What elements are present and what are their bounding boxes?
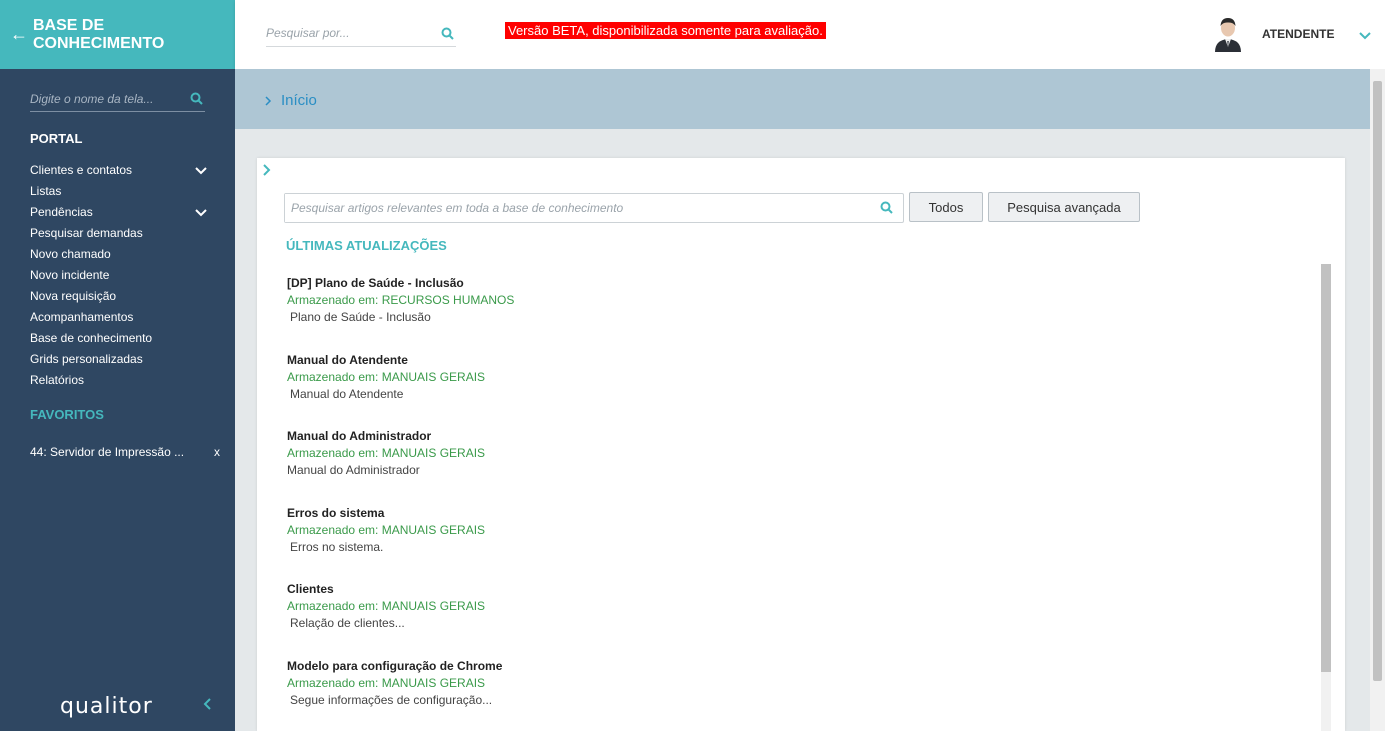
sidebar-item-label: Novo chamado — [30, 247, 111, 261]
article-title[interactable]: Modelo para configuração de Chrome — [287, 658, 1307, 675]
list-item[interactable]: Clientes Armazenado em: MANUAIS GERAIS R… — [287, 581, 1307, 658]
page-scrollbar-thumb[interactable] — [1373, 81, 1382, 681]
qualitor-logo: qualitor — [60, 694, 153, 719]
breadcrumb: Início — [235, 69, 1370, 129]
sidebar-item-label: Base de conhecimento — [30, 331, 153, 345]
top-search — [266, 22, 456, 47]
article-title[interactable]: Manual do Administrador — [287, 428, 1307, 445]
sidebar-item-relatorios[interactable]: Relatórios — [30, 372, 210, 393]
user-avatar-icon[interactable] — [1212, 14, 1244, 52]
list-item[interactable]: Manual do Atendente Armazenado em: MANUA… — [287, 352, 1307, 429]
article-desc: Manual do Atendente — [290, 386, 404, 401]
sidebar-item-pesquisar-demandas[interactable]: Pesquisar demandas — [30, 225, 210, 246]
beta-notice: Versão BETA, disponibilizada somente par… — [505, 22, 826, 39]
article-desc: Relação de clientes... — [290, 616, 405, 631]
sidebar-search-input[interactable] — [30, 88, 180, 110]
remove-favorite-button[interactable]: x — [214, 445, 220, 459]
favorite-item[interactable]: 44: Servidor de Impressão ... x — [30, 445, 222, 459]
updates-title: ÚLTIMAS ATUALIZAÇÕES — [286, 238, 447, 253]
article-desc: Erros no sistema. — [290, 539, 384, 554]
sidebar-item-label: Clientes e contatos — [30, 163, 133, 177]
advanced-search-button[interactable]: Pesquisa avançada — [988, 192, 1140, 222]
breadcrumb-current[interactable]: Início — [281, 92, 317, 109]
article-desc: Segue informações de configuração... — [290, 692, 493, 707]
chevron-right-icon[interactable] — [261, 163, 271, 182]
top-search-input[interactable] — [266, 22, 431, 44]
sidebar-item-nova-requisicao[interactable]: Nova requisição — [30, 288, 210, 309]
sidebar-item-grids[interactable]: Grids personalizadas — [30, 351, 210, 372]
sidebar-item-label: Grids personalizadas — [30, 352, 143, 366]
article-title[interactable]: Manual do Atendente — [287, 352, 1307, 369]
article-stored: Armazenado em: RECURSOS HUMANOS — [287, 293, 515, 307]
sidebar-item-label: Relatórios — [30, 373, 85, 387]
todos-button[interactable]: Todos — [909, 192, 983, 222]
chevron-down-icon[interactable] — [194, 205, 208, 221]
page-scrollbar[interactable] — [1370, 69, 1385, 731]
sidebar-item-base-conhecimento[interactable]: Base de conhecimento — [30, 330, 210, 351]
username[interactable]: ATENDENTE — [1262, 27, 1334, 41]
article-title[interactable]: Erros do sistema — [287, 505, 1307, 522]
article-stored: Armazenado em: MANUAIS GERAIS — [287, 446, 486, 461]
sidebar-search — [30, 88, 205, 112]
brand-title: BASE DE CONHECIMENTO — [33, 16, 165, 52]
chevron-left-icon[interactable] — [202, 697, 212, 716]
sidebar-item-novo-chamado[interactable]: Novo chamado — [30, 246, 210, 267]
list-item[interactable]: [DP] Plano de Saúde - Inclusão Armazenad… — [287, 275, 1307, 352]
sidebar-item-listas[interactable]: Listas — [30, 183, 210, 204]
sidebar-menu: Clientes e contatos Listas Pendências Pe… — [30, 162, 210, 393]
chevron-down-icon[interactable] — [194, 163, 208, 179]
search-icon[interactable] — [190, 92, 203, 110]
chevron-down-icon[interactable] — [1358, 27, 1372, 45]
list-item[interactable]: Manual do Administrador Armazenado em: M… — [287, 428, 1307, 505]
kb-search-input[interactable] — [285, 194, 865, 222]
kb-search — [284, 193, 904, 223]
list-item[interactable]: Erros do sistema Armazenado em: MANUAIS … — [287, 505, 1307, 582]
search-icon[interactable] — [441, 27, 454, 45]
article-stored: Armazenado em: MANUAIS GERAIS — [287, 599, 486, 614]
sidebar-item-label: Pendências — [30, 205, 93, 219]
article-stored: Armazenado em: MANUAIS GERAIS — [287, 522, 486, 537]
search-icon[interactable] — [880, 201, 893, 219]
chevron-right-icon — [264, 94, 272, 112]
sidebar: ← BASE DE CONHECIMENTO PORTAL Clientes e… — [0, 0, 235, 731]
favorites-section-title: FAVORITOS — [30, 407, 104, 422]
article-title[interactable]: [DP] Plano de Saúde - Inclusão — [287, 275, 1307, 292]
top-bar: Versão BETA, disponibilizada somente par… — [235, 0, 1385, 69]
sidebar-item-label: Acompanhamentos — [30, 310, 134, 324]
sidebar-item-label: Pesquisar demandas — [30, 226, 143, 240]
list-item[interactable]: Modelo para configuração de Chrome Armaz… — [287, 658, 1307, 731]
article-stored: Armazenado em: MANUAIS GERAIS — [287, 675, 486, 690]
sidebar-item-pendencias[interactable]: Pendências — [30, 204, 210, 225]
sidebar-item-label: Novo incidente — [30, 268, 110, 282]
main-panel: Todos Pesquisa avançada ÚLTIMAS ATUALIZA… — [257, 158, 1345, 731]
sidebar-item-label: Listas — [30, 184, 62, 198]
favorite-item-label: 44: Servidor de Impressão ... — [30, 445, 185, 459]
article-title[interactable]: Clientes — [287, 581, 1307, 598]
sidebar-item-acompanhamentos[interactable]: Acompanhamentos — [30, 309, 210, 330]
article-desc: Plano de Saúde - Inclusão — [290, 310, 431, 324]
sidebar-item-novo-incidente[interactable]: Novo incidente — [30, 267, 210, 288]
article-list-scrollbar[interactable] — [1321, 264, 1331, 731]
article-desc: Manual do Administrador — [287, 463, 420, 478]
brand-header[interactable]: ← BASE DE CONHECIMENTO — [0, 0, 235, 69]
sidebar-item-clientes[interactable]: Clientes e contatos — [30, 162, 210, 183]
portal-section-title: PORTAL — [30, 131, 83, 146]
article-list-scrollbar-thumb[interactable] — [1321, 264, 1331, 672]
back-arrow-icon[interactable]: ← — [10, 24, 28, 45]
article-list: [DP] Plano de Saúde - Inclusão Armazenad… — [287, 275, 1307, 731]
article-stored: Armazenado em: MANUAIS GERAIS — [287, 369, 486, 384]
sidebar-item-label: Nova requisição — [30, 289, 117, 303]
